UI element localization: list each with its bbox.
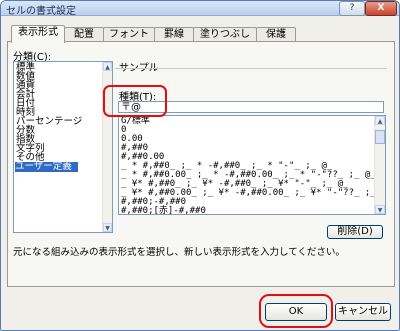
delete-button[interactable]: 削除(D): [327, 225, 383, 239]
tab-font[interactable]: フォント: [103, 27, 155, 42]
ok-button[interactable]: OK: [265, 303, 327, 321]
sample-value: [118, 68, 384, 84]
tab-protection[interactable]: 保護: [256, 27, 296, 42]
type-input[interactable]: 〒@: [118, 101, 384, 113]
scroll-down-icon[interactable]: ▼: [375, 205, 385, 214]
category-item-selected[interactable]: ユーザー定義: [15, 162, 78, 172]
format-item[interactable]: #,##0;[赤]-#,##0: [121, 206, 206, 214]
title-bar[interactable]: セルの書式設定 ? X: [1, 1, 399, 17]
close-button[interactable]: X: [365, 1, 397, 16]
scroll-up-icon[interactable]: ▲: [103, 62, 112, 71]
tab-number[interactable]: 表示形式: [11, 25, 65, 43]
scroll-thumb[interactable]: [375, 130, 385, 144]
scroll-up-icon[interactable]: ▲: [375, 116, 385, 125]
format-list[interactable]: G/標準 0 0.00 #,##0 #,##0.00 _ * #,##0_ ;_…: [118, 115, 386, 215]
format-scrollbar[interactable]: ▲ ▼: [374, 116, 385, 214]
dialog-title: セルの書式設定: [6, 6, 76, 17]
cancel-button[interactable]: キャンセル: [335, 303, 391, 321]
help-button[interactable]: ?: [339, 1, 365, 16]
tab-alignment[interactable]: 配置: [64, 27, 104, 42]
category-list[interactable]: 標準 数値 通貨 会計 日付 時刻 パーセンテージ 分数 指数 文字列 その他 …: [13, 61, 113, 233]
tab-border[interactable]: 罫線: [154, 27, 194, 42]
description-text: 元になる組み込みの表示形式を選択し、新しい表示形式を入力してください。: [13, 247, 345, 258]
format-cells-dialog: セルの書式設定 ? X 表示形式 配置 フォント 罫線 塗りつぶし 保護 分類(…: [0, 0, 400, 331]
category-scrollbar[interactable]: ▲ ▼: [102, 62, 112, 232]
tab-fill[interactable]: 塗りつぶし: [193, 27, 257, 42]
scroll-down-icon[interactable]: ▼: [103, 223, 112, 232]
